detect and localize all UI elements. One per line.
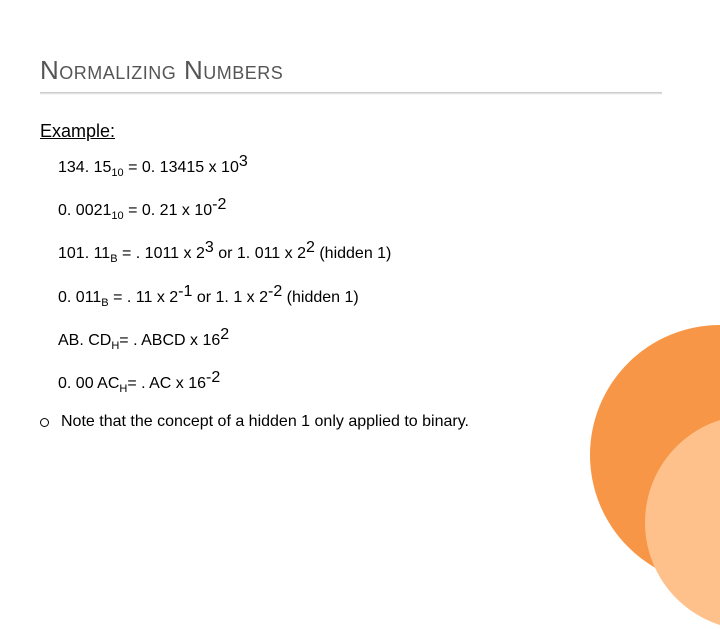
note-row: Note that the concept of a hidden 1 only… xyxy=(40,413,680,431)
example-label: Example: xyxy=(40,121,680,142)
eq4-mantissa: 0. 011 xyxy=(58,289,101,306)
equation-list: 134. 1510 = 0. 13415 x 103 0. 002110 = 0… xyxy=(40,154,680,395)
equation-5: AB. CDH= . ABCD x 162 xyxy=(58,327,680,352)
equation-6: 0. 00 ACH= . AC x 16-2 xyxy=(58,370,680,395)
eq4-tail: (hidden 1) xyxy=(282,289,359,306)
eq2-exp: -2 xyxy=(212,196,226,213)
eq5-mantissa: AB. CD xyxy=(58,332,111,349)
eq3-exp2: 2 xyxy=(306,239,315,256)
eq3-or: or 1. 011 x 2 xyxy=(214,245,306,262)
eq5-rhs: = . ABCD x 16 xyxy=(119,332,220,349)
eq4-exp2: -2 xyxy=(268,283,282,300)
eq1-base: 10 xyxy=(111,167,123,179)
eq4-exp: -1 xyxy=(178,283,192,300)
eq3-rhs: = . 1011 x 2 xyxy=(118,245,205,262)
note-text: Note that the concept of a hidden 1 only… xyxy=(61,413,469,431)
eq4-or: or 1. 1 x 2 xyxy=(192,289,268,306)
eq3-exp: 3 xyxy=(205,239,214,256)
eq3-mantissa: 101. 11 xyxy=(58,245,110,262)
eq4-rhs: = . 11 x 2 xyxy=(109,289,179,306)
eq1-exp: 3 xyxy=(239,153,248,170)
eq3-base: B xyxy=(110,254,117,266)
eq2-rhs: = 0. 21 x 10 xyxy=(124,202,213,219)
eq6-rhs: = . AC x 16 xyxy=(127,375,206,392)
equation-4: 0. 011B = . 11 x 2-1 or 1. 1 x 2-2 (hidd… xyxy=(58,284,680,309)
eq6-mantissa: 0. 00 AC xyxy=(58,375,119,392)
bullet-icon xyxy=(40,418,49,427)
equation-2: 0. 002110 = 0. 21 x 10-2 xyxy=(58,197,680,222)
eq6-exp: -2 xyxy=(206,369,220,386)
eq5-exp: 2 xyxy=(220,326,229,343)
eq3-tail: (hidden 1) xyxy=(315,245,392,262)
eq1-rhs: = 0. 13415 x 10 xyxy=(124,159,239,176)
eq2-mantissa: 0. 0021 xyxy=(58,202,111,219)
equation-1: 134. 1510 = 0. 13415 x 103 xyxy=(58,154,680,179)
slide-title: Normalizing Numbers xyxy=(40,55,680,86)
eq1-mantissa: 134. 15 xyxy=(58,159,111,176)
eq2-base: 10 xyxy=(111,210,123,222)
equation-3: 101. 11B = . 1011 x 23 or 1. 011 x 22 (h… xyxy=(58,240,680,265)
eq4-base: B xyxy=(101,297,108,309)
title-shadow xyxy=(40,92,662,95)
